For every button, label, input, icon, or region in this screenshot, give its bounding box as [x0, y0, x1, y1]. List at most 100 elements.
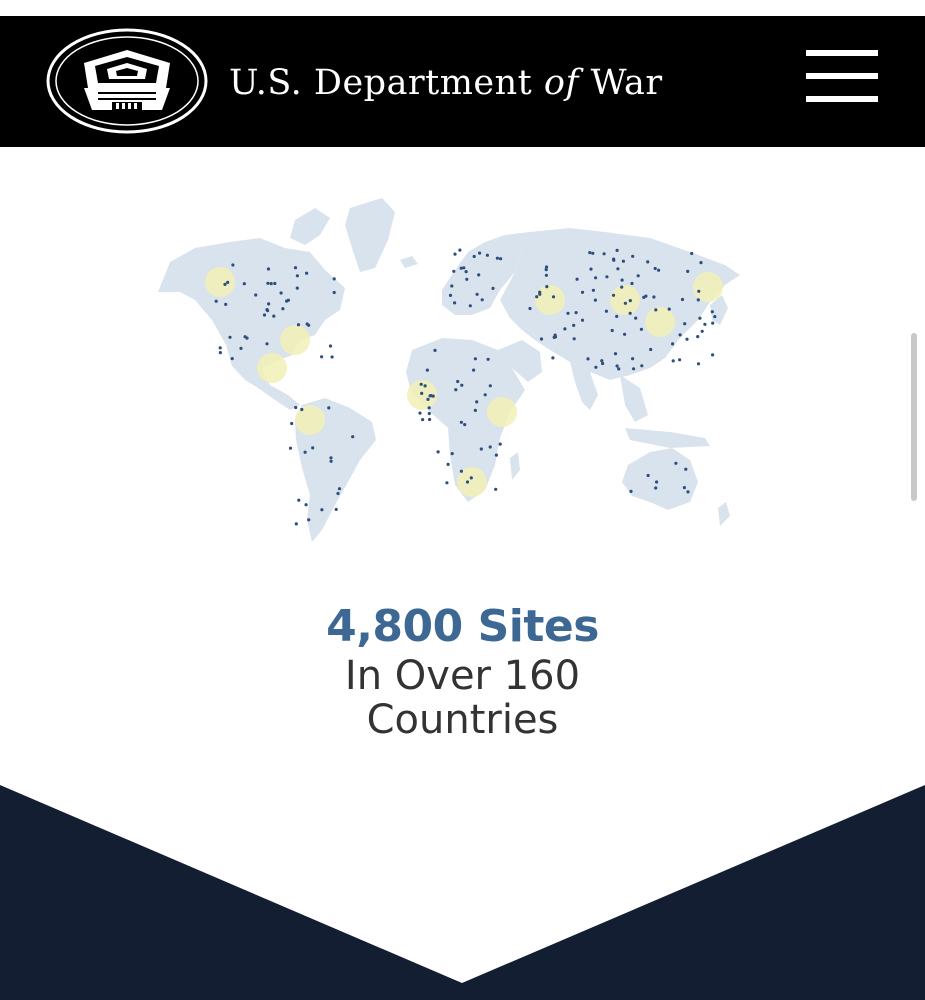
map-site-dot — [453, 252, 457, 256]
map-site-dot — [636, 274, 640, 278]
map-site-dot — [230, 357, 234, 361]
map-site-dot — [477, 273, 481, 277]
map-site-dot — [426, 397, 430, 401]
site-title[interactable]: U.S. Department of War — [229, 61, 663, 105]
map-site-dot — [472, 368, 476, 372]
map-site-dot — [433, 348, 437, 352]
map-site-dot — [478, 251, 482, 255]
map-site-dot — [639, 327, 643, 331]
map-site-dot — [535, 295, 539, 299]
map-site-dot — [224, 302, 228, 306]
sites-count: 4,800 Sites — [326, 601, 599, 652]
map-site-dot — [475, 400, 479, 404]
map-site-dot — [711, 353, 715, 357]
map-site-dot — [272, 314, 276, 318]
map-site-dot — [418, 411, 422, 415]
map-site-dot — [674, 461, 678, 465]
map-highlight — [280, 325, 310, 355]
map-site-dot — [696, 298, 700, 302]
map-site-dot — [591, 251, 595, 255]
map-site-dot — [575, 277, 579, 281]
map-site-dot — [332, 290, 336, 295]
map-site-dot — [303, 450, 307, 454]
map-site-dot — [262, 313, 267, 317]
map-site-dot — [311, 446, 315, 450]
map-land-indonesia — [625, 428, 710, 448]
map-site-dot — [690, 251, 694, 256]
map-site-dot — [634, 316, 638, 320]
map-site-dot — [300, 407, 304, 412]
map-site-dot — [468, 304, 472, 308]
map-site-dot — [320, 355, 324, 359]
map-site-dot — [486, 357, 490, 361]
map-site-dot — [267, 302, 271, 306]
map-site-dot — [265, 308, 269, 312]
map-site-dot — [680, 297, 685, 302]
map-site-dot — [427, 411, 431, 416]
map-site-dot — [589, 267, 593, 271]
map-land-australia — [622, 448, 698, 510]
map-site-dot — [539, 337, 544, 341]
map-site-dot — [591, 288, 595, 292]
map-site-dot — [594, 365, 598, 369]
map-site-dot — [336, 491, 340, 496]
map-highlight — [257, 353, 287, 383]
map-site-dot — [296, 323, 301, 327]
page: U.S. Department of War 4,800 Sites In Ov… — [0, 0, 925, 1000]
map-site-dot — [456, 379, 460, 384]
map-site-dot — [655, 480, 659, 484]
map-site-dot — [488, 445, 492, 449]
pentagon-seal-icon[interactable] — [46, 28, 208, 134]
menu-bar-middle — [806, 73, 878, 79]
map-site-dot — [294, 522, 298, 526]
map-site-dot — [686, 269, 690, 273]
map-site-dot — [463, 423, 467, 427]
hamburger-menu-icon[interactable] — [806, 50, 878, 102]
map-site-dot — [281, 307, 285, 311]
scrollbar-thumb[interactable] — [911, 333, 917, 501]
map-site-dot — [286, 298, 290, 302]
map-site-dot — [572, 337, 576, 341]
site-header: U.S. Department of War — [0, 16, 925, 147]
map-site-dot — [686, 490, 690, 494]
map-site-dot — [273, 281, 277, 286]
map-highlight — [610, 285, 640, 315]
map-site-dot — [483, 393, 487, 397]
site-title-war: War — [590, 63, 663, 103]
map-land-madagascar — [510, 452, 520, 480]
map-site-dot — [421, 418, 425, 422]
map-site-dot — [621, 259, 625, 263]
map-site-dot — [644, 294, 648, 298]
chevron-banner — [0, 785, 925, 1000]
map-land-north-america — [158, 238, 345, 410]
map-site-dot — [696, 335, 700, 339]
map-site-dot — [488, 384, 492, 388]
map-site-dot — [459, 420, 463, 424]
map-site-dot — [465, 277, 469, 281]
map-site-dot — [631, 254, 635, 258]
map-site-dot — [566, 311, 570, 315]
map-site-dot — [593, 298, 597, 302]
map-highlight — [205, 267, 235, 297]
map-site-dot — [454, 388, 458, 392]
map-site-dot — [491, 286, 495, 290]
map-site-dot — [580, 290, 585, 294]
map-site-dot — [254, 293, 258, 297]
map-site-dot — [320, 508, 324, 512]
map-site-dot — [615, 364, 619, 368]
map-site-dot — [473, 357, 477, 361]
map-site-dot — [459, 266, 463, 270]
map-site-dot — [214, 299, 218, 303]
menu-bar-top — [806, 50, 878, 56]
map-highlight — [645, 307, 675, 337]
map-highlight — [693, 272, 723, 302]
map-site-dot — [601, 361, 605, 366]
map-site-dot — [605, 275, 609, 279]
map-land-southeast-asia — [620, 375, 648, 422]
map-site-dot — [646, 473, 650, 478]
map-site-dot — [266, 281, 270, 285]
map-site-dot — [620, 278, 624, 282]
map-land-iceland — [400, 256, 418, 268]
map-site-dot — [265, 342, 269, 346]
map-site-dot — [307, 518, 311, 522]
